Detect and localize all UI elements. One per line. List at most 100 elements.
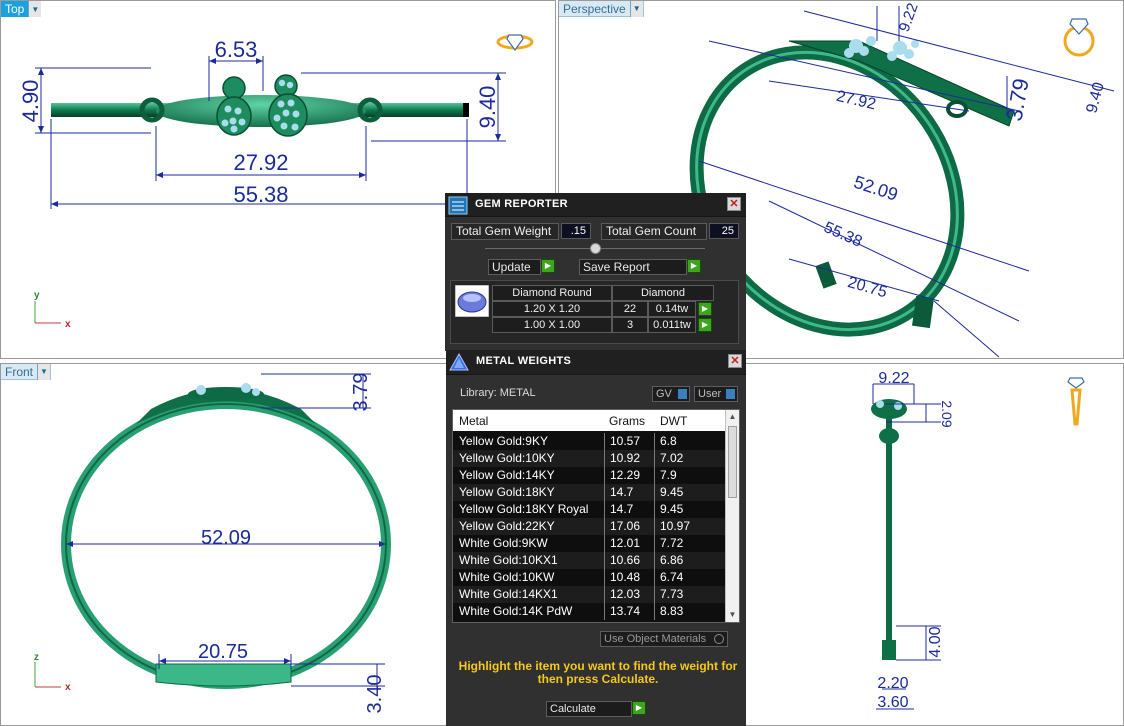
metal-dwt: 7.73 — [660, 587, 684, 601]
gem-row-count[interactable]: 3 — [612, 317, 648, 333]
dim-label: 4.90 — [18, 80, 43, 123]
table-row[interactable]: White Gold:14KX1 12.03 7.73 — [453, 586, 725, 603]
panel-title: GEM REPORTER — [475, 198, 568, 210]
viewport-tab-top[interactable]: Top ▼ — [1, 1, 42, 17]
scroll-down-icon[interactable]: ▼ — [726, 608, 739, 622]
scrollbar[interactable]: ▲ ▼ — [725, 410, 739, 622]
metal-name: Yellow Gold:14KY — [459, 468, 555, 482]
metal-dwt: 8.83 — [660, 604, 684, 618]
gem-row-weight[interactable]: 0.14tw — [648, 301, 696, 317]
scroll-up-icon[interactable]: ▲ — [726, 410, 739, 424]
toggle-indicator-icon — [678, 389, 687, 399]
metal-grams: 12.03 — [610, 587, 641, 601]
gem-row-size[interactable]: 1.00 X 1.00 — [492, 317, 612, 333]
scrollbar-thumb[interactable] — [728, 426, 737, 498]
table-row[interactable]: White Gold:10KX1 10.66 6.86 — [453, 552, 725, 569]
gv-toggle[interactable]: GV — [652, 386, 690, 402]
play-arrow-icon[interactable]: ▶ — [698, 302, 712, 316]
close-icon[interactable]: ✕ — [727, 197, 741, 211]
expand-handle-icon[interactable] — [590, 243, 601, 254]
metal-name: Yellow Gold:9KY — [459, 434, 548, 448]
viewport-tab-front[interactable]: Front ▼ — [1, 364, 52, 380]
dim-label: 55.38 — [233, 182, 288, 207]
metal-grams: 14.7 — [610, 502, 634, 516]
app-window: Top ▼ 6.53 4.90 9.40 27.92 55.38 y x Per… — [0, 0, 1124, 726]
metal-grams: 12.01 — [610, 536, 641, 550]
front-view-canvas: 52.09 3.79 20.75 3.40 z x — [34, 373, 391, 714]
user-toggle[interactable]: User — [694, 386, 738, 402]
save-report-button[interactable]: Save Report — [579, 259, 687, 275]
dim-label: 3.40 — [364, 675, 386, 714]
toggle-indicator-icon — [726, 389, 735, 399]
instruction-text: Highlight the item you want to find the … — [458, 659, 738, 686]
gem-reporter-titlebar[interactable]: GEM REPORTER ✕ — [445, 193, 746, 217]
metal-dwt: 7.72 — [660, 536, 684, 550]
svg-text:x: x — [65, 682, 71, 693]
chevron-down-icon[interactable]: ▼ — [629, 1, 643, 17]
update-button[interactable]: Update — [488, 259, 541, 275]
gem-row-size[interactable]: 1.20 X 1.20 — [492, 301, 612, 317]
metal-name: White Gold:10KX1 — [459, 553, 558, 567]
metal-dwt: 7.9 — [660, 468, 677, 482]
use-object-materials-toggle[interactable]: Use Object Materials — [600, 631, 728, 647]
library-value: METAL — [499, 387, 536, 399]
total-gem-count-label: Total Gem Count — [601, 223, 707, 240]
table-row[interactable]: Yellow Gold:22KY 17.06 10.97 — [453, 518, 725, 535]
viewport-front[interactable]: Front ▼ 52.09 3.79 20.75 3.40 z x — [0, 363, 447, 726]
figure-boy — [216, 76, 252, 136]
play-arrow-icon[interactable]: ▶ — [632, 701, 646, 715]
play-arrow-icon[interactable]: ▶ — [698, 318, 712, 332]
table-row[interactable]: White Gold:10KW 10.48 6.74 — [453, 569, 725, 586]
gem-row-weight[interactable]: 0.011tw — [648, 317, 696, 333]
table-row[interactable]: Yellow Gold:18KY 14.7 9.45 — [453, 484, 725, 501]
metal-grams: 10.48 — [610, 570, 641, 584]
metal-dwt: 9.45 — [660, 485, 684, 499]
metal-name: White Gold:10KW — [459, 570, 555, 584]
total-gem-weight-value: .15 — [561, 223, 591, 239]
dim-label: 2.09 — [939, 400, 955, 427]
viewport-tab-label: Perspective — [563, 1, 626, 16]
gem-reporter-icon — [448, 196, 468, 215]
library-label: Library: METAL — [460, 387, 536, 399]
table-row[interactable]: Yellow Gold:14KY 12.29 7.9 — [453, 467, 725, 484]
toggle-indicator-icon — [714, 634, 724, 644]
right-view-canvas: 9.22 2.09 4.00 2.20 3.60 — [871, 370, 1085, 711]
close-icon[interactable]: ✕ — [728, 354, 742, 368]
table-row[interactable]: Yellow Gold:10KY 10.92 7.02 — [453, 450, 725, 467]
play-arrow-icon[interactable]: ▶ — [687, 259, 701, 273]
chevron-down-icon[interactable]: ▼ — [28, 1, 42, 17]
ring-diamond-icon — [496, 34, 534, 52]
metal-grams: 12.29 — [610, 468, 641, 482]
gem-row-count[interactable]: 22 — [612, 301, 648, 317]
metal-name: White Gold:9KW — [459, 536, 548, 550]
dim-label: 9.40 — [1083, 80, 1108, 115]
viewport-tab-label: Top — [5, 2, 25, 16]
dim-label: 2.20 — [877, 675, 908, 692]
metal-dwt: 6.8 — [660, 434, 677, 448]
dim-label: 6.53 — [215, 37, 258, 62]
table-header: Metal Grams DWT — [453, 410, 725, 431]
dim-label: 9.22 — [878, 370, 909, 387]
table-row[interactable]: Yellow Gold:9KY 10.57 6.8 — [453, 433, 725, 450]
play-arrow-icon[interactable]: ▶ — [541, 259, 555, 273]
table-row[interactable]: White Gold:9KW 12.01 7.72 — [453, 535, 725, 552]
table-row[interactable]: Yellow Gold:18KY Royal 14.7 9.45 — [453, 501, 725, 518]
calculate-button[interactable]: Calculate — [546, 701, 632, 717]
viewport-tab-perspective[interactable]: Perspective ▼ — [559, 1, 644, 17]
table-row[interactable]: White Gold:14K PdW 13.74 8.83 — [453, 603, 725, 620]
chevron-down-icon[interactable]: ▼ — [37, 364, 51, 380]
total-gem-count-value: 25 — [709, 223, 739, 239]
svg-text:y: y — [34, 290, 40, 301]
metal-weights-titlebar[interactable]: METAL WEIGHTS ✕ — [446, 350, 746, 375]
gem-col-type: Diamond — [612, 285, 714, 301]
metal-name: Yellow Gold:10KY — [459, 451, 555, 465]
gem-col-shape: Diamond Round — [492, 285, 612, 301]
metal-name: Yellow Gold:18KY — [459, 485, 555, 499]
viewport-right[interactable]: 9.22 2.09 4.00 2.20 3.60 — [745, 363, 1124, 726]
metal-weights-table[interactable]: Metal Grams DWT Yellow Gold:9KY 10.57 6.8 Y… — [452, 409, 740, 623]
metal-grams: 13.74 — [610, 604, 641, 618]
dim-label: 52.09 — [851, 172, 900, 205]
metal-grams: 14.7 — [610, 485, 634, 499]
col-dwt: DWT — [660, 414, 688, 428]
metal-name: Yellow Gold:22KY — [459, 519, 555, 533]
